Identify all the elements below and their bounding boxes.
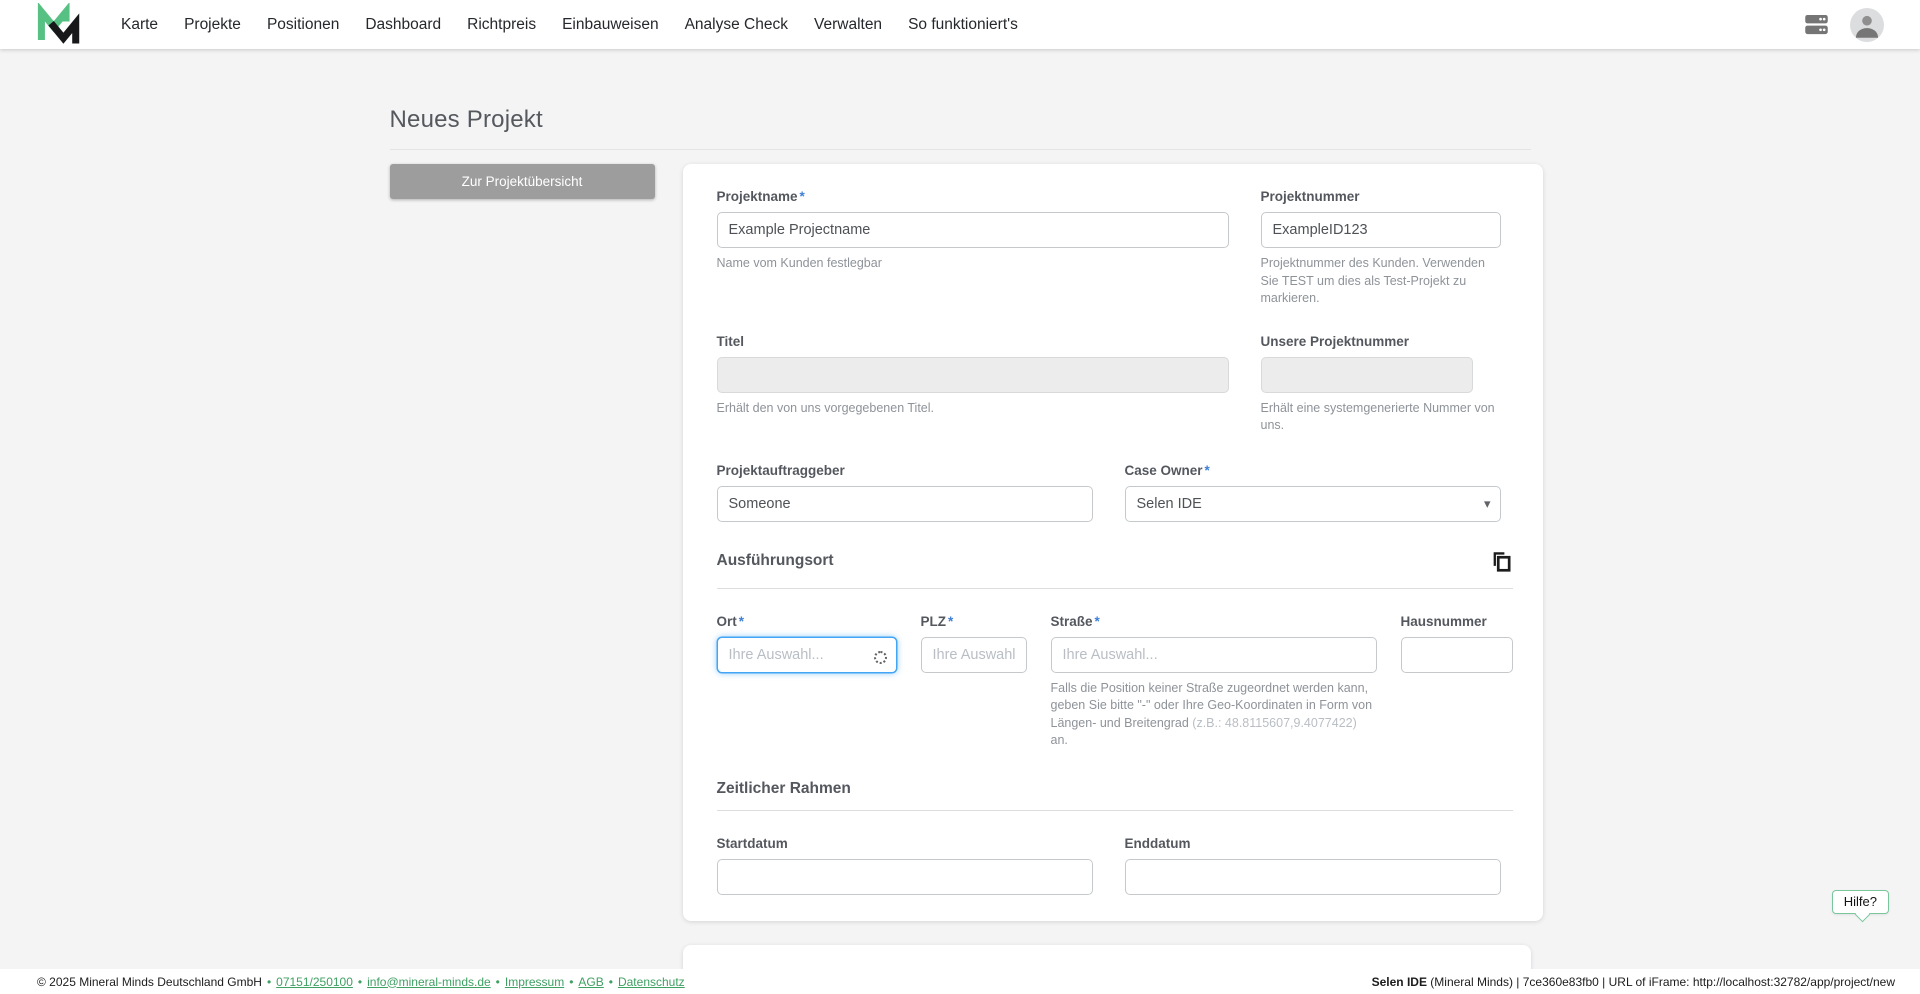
hausnummer-label: Hausnummer [1400, 613, 1487, 629]
required-marker: * [948, 613, 954, 629]
title-divider [389, 149, 1531, 150]
projektnummer-helper: Projektnummer des Kunden. Verwenden Sie … [1260, 256, 1485, 305]
mineral-minds-logo[interactable] [36, 2, 82, 47]
session-status: Selen IDE (Mineral Minds) | 7ce360e83fb0… [1372, 975, 1895, 989]
nav-item-karte[interactable]: Karte [108, 16, 171, 34]
required-marker: * [799, 189, 805, 204]
required-marker: * [738, 613, 745, 629]
nav-item-projekte[interactable]: Projekte [171, 16, 254, 34]
chevron-down-icon: ▾ [1483, 495, 1491, 511]
server-dns-icon[interactable] [1803, 11, 1830, 38]
footer-link-impressum[interactable]: Impressum [505, 975, 564, 989]
firmendaten-card: Firmendaten [682, 944, 1531, 969]
titel-helper: Erhält den von uns vorgegebenen Titel. [716, 400, 935, 415]
required-marker: * [1094, 613, 1100, 629]
projektname-input[interactable] [716, 212, 1229, 248]
footer-link-datenschutz[interactable]: Datenschutz [618, 975, 685, 989]
nav-item-dashboard[interactable]: Dashboard [352, 16, 454, 34]
footer-link-phone[interactable]: 07151/250100 [276, 975, 353, 989]
nav-item-richtpreis[interactable]: Richtpreis [454, 16, 549, 34]
footer-link-email[interactable]: info@mineral-minds.de [367, 975, 491, 989]
required-marker: * [1204, 462, 1210, 478]
user-avatar-icon[interactable] [1850, 7, 1884, 42]
case-owner-label: Case Owner * [1124, 462, 1210, 478]
enddatum-label: Enddatum [1124, 835, 1191, 851]
status-username: Selen IDE [1371, 974, 1427, 989]
titel-label: Titel [716, 333, 745, 349]
hausnummer-input[interactable] [1400, 636, 1513, 673]
projektauftraggeber-label: Projektauftraggeber [716, 462, 845, 478]
main-content: Neues Projekt Zur Projektübersicht Proje… [0, 49, 1920, 969]
nav-item-einbauweisen[interactable]: Einbauweisen [549, 16, 672, 34]
projektnummer-input[interactable] [1260, 212, 1501, 248]
plz-input[interactable] [920, 636, 1027, 673]
nav-right-controls [1803, 7, 1884, 42]
top-navigation: Karte Projekte Positionen Dashboard Rich… [0, 0, 1920, 49]
nav-item-analyse-check[interactable]: Analyse Check [672, 16, 801, 34]
projektname-label: Projektname * [716, 189, 805, 204]
back-to-project-overview-button[interactable]: Zur Projektübersicht [389, 164, 655, 199]
ausfuehrungsort-heading: Ausführungsort [716, 551, 834, 569]
projektname-helper: Name vom Kunden festlegbar [716, 256, 882, 270]
projektnummer-label: Projektnummer [1260, 189, 1360, 204]
unsere-projektnummer-input [1260, 356, 1473, 393]
unsere-projektnummer-label: Unsere Projektnummer [1260, 333, 1410, 349]
titel-input [716, 356, 1229, 393]
footer: © 2025 Mineral Minds Deutschland GmbH • … [0, 969, 1920, 994]
strasse-label: Straße * [1050, 613, 1100, 629]
zeitlicher-rahmen-heading: Zeitlicher Rahmen [716, 779, 851, 797]
nav-item-positionen[interactable]: Positionen [254, 16, 352, 34]
nav-item-so-funktionierts[interactable]: So funktioniert's [895, 16, 1031, 34]
plz-label: PLZ * [920, 613, 954, 629]
ort-label: Ort * [716, 613, 745, 629]
page-title: Neues Projekt [389, 106, 543, 133]
copy-icon[interactable] [1490, 550, 1513, 576]
nav-item-verwalten[interactable]: Verwalten [801, 16, 895, 34]
copyright-text: © 2025 Mineral Minds Deutschland GmbH [37, 974, 262, 989]
enddatum-input[interactable] [1124, 858, 1501, 895]
unsere-projektnummer-helper: Erhält eine systemgenerierte Nummer von … [1260, 400, 1495, 433]
startdatum-input[interactable] [716, 858, 1093, 895]
footer-link-agb[interactable]: AGB [578, 975, 603, 989]
case-owner-value: Selen IDE [1136, 495, 1202, 512]
loading-spinner-icon [873, 650, 887, 664]
projektauftraggeber-input[interactable] [716, 485, 1093, 522]
ort-input[interactable] [716, 636, 897, 673]
help-button[interactable]: Hilfe? [1831, 890, 1889, 914]
startdatum-label: Startdatum [716, 835, 788, 851]
logo-icon [37, 2, 80, 44]
footer-links: © 2025 Mineral Minds Deutschland GmbH • … [37, 974, 685, 989]
strasse-helper: Falls die Position keiner Straße zugeord… [1050, 680, 1373, 748]
main-menu: Karte Projekte Positionen Dashboard Rich… [108, 16, 1031, 34]
strasse-input[interactable] [1050, 636, 1377, 673]
case-owner-select[interactable]: Selen IDE ▾ [1124, 485, 1501, 522]
project-form-card: Projektname* Name vom Kunden festlegbar … [682, 164, 1543, 921]
status-detail: (Mineral Minds) | 7ce360e83fb0 | URL of … [1426, 974, 1895, 989]
